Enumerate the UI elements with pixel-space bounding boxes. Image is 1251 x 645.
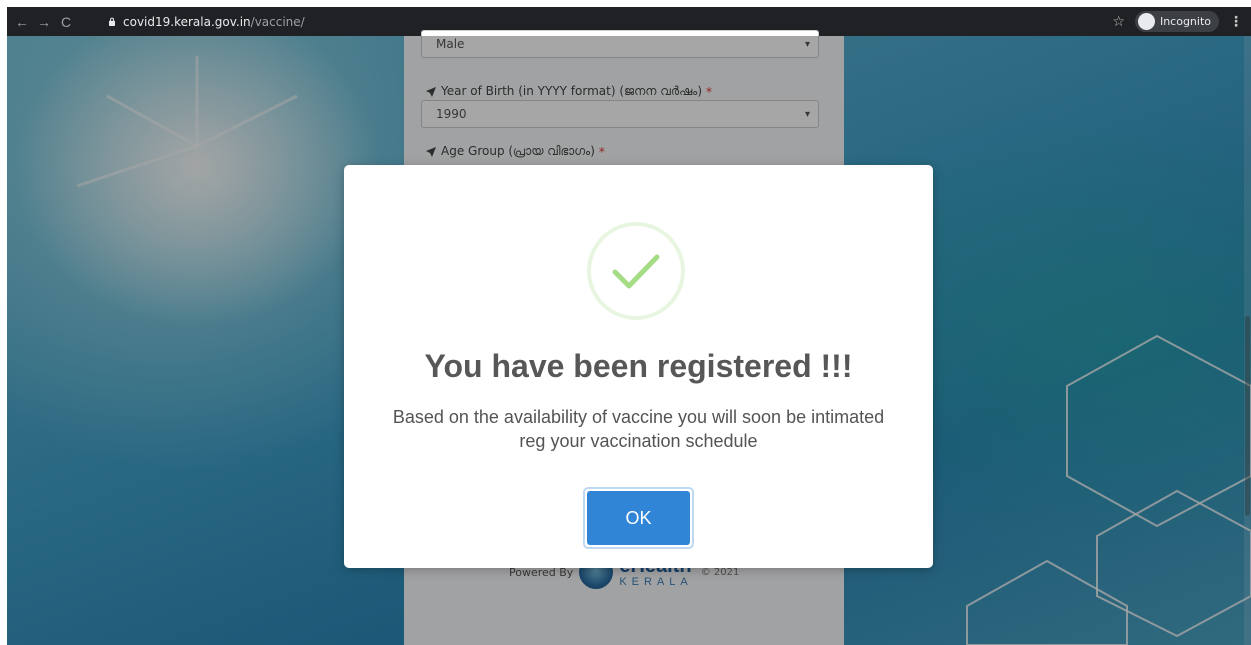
incognito-icon [1137,13,1155,30]
browser-nav: ← → C [11,7,77,36]
url-host: covid19.kerala.gov.in [123,14,251,29]
url-path: /vaccine/ [250,14,305,29]
reload-icon[interactable]: C [55,14,77,30]
forward-icon[interactable]: → [33,14,55,30]
incognito-badge[interactable]: Incognito [1134,11,1219,32]
dialog-title: You have been registered !!! [424,348,853,384]
incognito-label: Incognito [1159,15,1211,28]
success-checkmark-icon [587,222,685,320]
lock-icon [109,17,115,26]
ok-button-focus-ring: OK [583,487,694,549]
ok-button[interactable]: OK [587,491,690,545]
dialog-message: Based on the availability of vaccine you… [392,407,885,451]
address-bar[interactable]: covid19.kerala.gov.in/vaccine/ [107,7,305,36]
registration-success-dialog: You have been registered !!! Based on th… [344,165,933,568]
browser-menu-icon[interactable]: ⋮ [1229,14,1243,30]
browser-right-tools: ☆ Incognito ⋮ [1112,7,1243,36]
bookmark-star-icon[interactable]: ☆ [1112,14,1125,30]
back-icon[interactable]: ← [11,14,33,30]
